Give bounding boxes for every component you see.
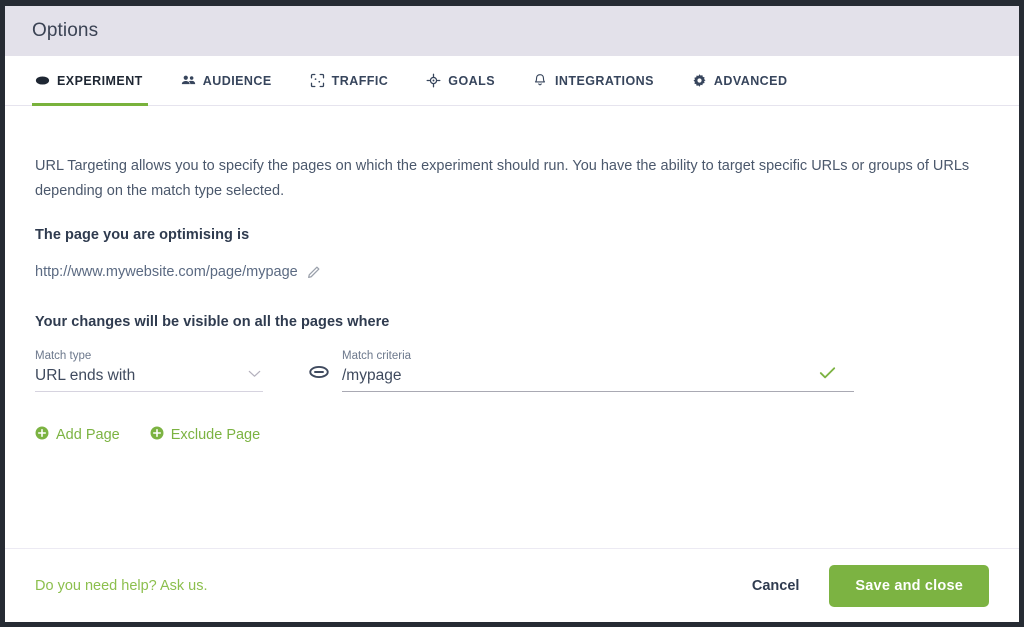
match-type-select[interactable]: URL ends with (35, 363, 263, 392)
match-criteria-input[interactable]: /mypage (342, 363, 854, 392)
changes-heading: Your changes will be visible on all the … (35, 314, 390, 330)
tab-advanced-label: ADVANCED (713, 73, 788, 88)
people-icon (181, 73, 196, 88)
add-page-button[interactable]: Add Page (35, 426, 120, 444)
link-icon (308, 362, 330, 387)
match-criteria-label: Match criteria (342, 350, 412, 362)
exclude-page-button[interactable]: Exclude Page (150, 426, 260, 444)
footer-actions: Cancel Save and close (750, 564, 989, 607)
dialog-titlebar: Options (5, 6, 1019, 56)
bell-icon (533, 73, 548, 88)
targeting-fields: Match type URL ends with Match criteria … (35, 330, 989, 392)
match-criteria-value: /mypage (342, 367, 402, 384)
plus-circle-icon (150, 426, 164, 444)
tab-bar: EXPERIMENT AUDIENCE TRAFFIC GOALS INTEGR… (5, 56, 1019, 106)
check-icon (819, 366, 836, 389)
match-criteria-group: Match criteria /mypage (308, 349, 854, 392)
pencil-icon[interactable] (306, 265, 321, 280)
tab-audience[interactable]: AUDIENCE (181, 56, 272, 105)
tab-traffic-label: TRAFFIC (331, 73, 389, 88)
tab-panel-experiment: URL Targeting allows you to specify the … (5, 106, 1019, 548)
intro-paragraph: URL Targeting allows you to specify the … (35, 158, 970, 199)
dialog-title: Options (32, 20, 99, 41)
exclude-page-label: Exclude Page (170, 427, 261, 443)
help-link[interactable]: Do you need help? Ask us. (35, 578, 208, 594)
tab-experiment[interactable]: EXPERIMENT (32, 56, 148, 106)
dialog-footer: Do you need help? Ask us. Cancel Save an… (5, 548, 1019, 622)
match-type-field: Match type URL ends with (35, 349, 263, 392)
cancel-button[interactable]: Cancel (750, 572, 802, 600)
tab-goals-label: GOALS (448, 73, 495, 88)
options-dialog: Options EXPERIMENT AUDIENCE TRAFFIC GOAL… (0, 0, 1024, 627)
tab-audience-label: AUDIENCE (202, 73, 272, 88)
tab-advanced[interactable]: ADVANCED (692, 56, 788, 105)
tab-traffic[interactable]: TRAFFIC (310, 56, 389, 105)
tab-goals[interactable]: GOALS (426, 56, 495, 105)
plus-circle-icon (35, 426, 49, 444)
chevron-down-icon (248, 365, 261, 389)
tab-integrations-label: INTEGRATIONS (554, 73, 654, 88)
match-type-value: URL ends with (35, 367, 136, 384)
link-icon (35, 73, 50, 88)
match-type-label: Match type (35, 350, 92, 362)
page-heading: The page you are optimising is (35, 227, 250, 243)
scan-icon (310, 73, 325, 88)
tab-experiment-label: EXPERIMENT (57, 73, 143, 88)
gear-icon (692, 73, 707, 88)
save-and-close-button[interactable]: Save and close (829, 564, 989, 607)
page-actions: Add Page Exclude Page (35, 392, 989, 444)
match-criteria-field: Match criteria /mypage (342, 349, 854, 392)
page-url-row: http://www.mywebsite.com/page/mypage (35, 243, 989, 280)
page-url: http://www.mywebsite.com/page/mypage (35, 264, 298, 280)
add-page-label: Add Page (56, 427, 120, 443)
target-icon (426, 73, 441, 88)
tab-integrations[interactable]: INTEGRATIONS (533, 56, 654, 105)
